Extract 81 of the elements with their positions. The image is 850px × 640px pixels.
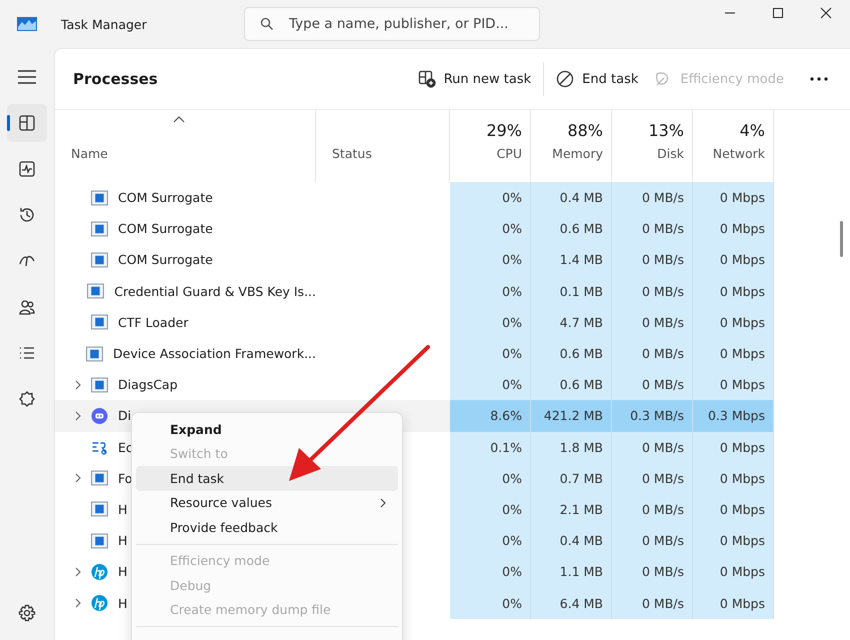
window-title: Task Manager <box>61 16 148 32</box>
process-name: DiagsCap <box>118 377 178 392</box>
usage-cell: 0% <box>450 244 531 276</box>
usage-cell: 0.6 MB <box>531 213 612 244</box>
usage-cell: 0.4 MB <box>531 525 612 556</box>
usage-cell: 0.3 Mbps <box>693 400 774 432</box>
column-label: CPU <box>496 146 522 161</box>
usage-total: 88% <box>567 121 603 140</box>
usage-cell: 0 MB/s <box>612 306 693 338</box>
usage-cell: 0 Mbps <box>693 494 774 526</box>
usage-cell: 0 Mbps <box>693 306 774 338</box>
usage-cell: 0% <box>450 556 531 588</box>
usage-cell: 0 Mbps <box>693 369 774 400</box>
usage-cell: 0% <box>450 338 531 370</box>
usage-cell: 0 MB/s <box>612 525 693 556</box>
usage-cell: 0 MB/s <box>612 338 693 370</box>
usage-cell: 0 MB/s <box>612 494 693 526</box>
column-label: Name <box>71 146 109 161</box>
usage-cell: 0.3 MB/s <box>612 400 693 432</box>
usage-cell: 0 MB/s <box>612 369 693 400</box>
usage-cell: 0 Mbps <box>693 338 774 370</box>
usage-cell: 0% <box>450 494 531 526</box>
usage-cell: 0 MB/s <box>612 432 693 463</box>
usage-cell: 0 Mbps <box>693 525 774 556</box>
process-name: H <box>118 564 128 580</box>
usage-cell: 8.6% <box>450 400 531 432</box>
process-name: Credential Guard & VBS Key Is... <box>114 284 316 299</box>
usage-cell: 6.4 MB <box>531 587 612 619</box>
usage-cell: 0.4 MB <box>531 182 612 214</box>
usage-cell: 2.1 MB <box>531 494 612 526</box>
usage-cell: 0.7 MB <box>531 462 612 494</box>
process-name: Device Association Framework... <box>113 346 316 362</box>
usage-cell: 0% <box>450 462 531 494</box>
column-label: Disk <box>657 146 684 161</box>
usage-cell: 1.8 MB <box>531 432 612 463</box>
usage-cell: 0 Mbps <box>693 432 774 463</box>
page-title: Processes <box>73 70 158 88</box>
usage-cell: 0.6 MB <box>531 369 612 400</box>
usage-cell: 0 Mbps <box>693 462 774 494</box>
process-name: COM Surrogate <box>118 190 213 206</box>
usage-cell: 0% <box>450 369 531 400</box>
usage-cell: 0 MB/s <box>612 244 693 276</box>
process-name: Ec <box>118 440 133 455</box>
usage-cell: 0 Mbps <box>693 244 774 276</box>
usage-cell: 0% <box>450 276 531 307</box>
usage-cell: 0.1% <box>450 432 531 463</box>
usage-cell: 0 MB/s <box>612 182 693 214</box>
column-label: Network <box>712 146 765 161</box>
usage-cell: 0% <box>450 306 531 338</box>
usage-cell: 0 MB/s <box>612 462 693 494</box>
usage-cell: 0 Mbps <box>693 276 774 307</box>
process-name: H <box>118 533 128 548</box>
process-name: Di <box>118 408 132 424</box>
usage-cell: 0% <box>450 182 531 214</box>
usage-cell: 0 Mbps <box>693 213 774 244</box>
usage-cell: 0% <box>450 587 531 619</box>
process-name: COM Surrogate <box>118 221 213 236</box>
usage-cell: 0 MB/s <box>612 556 693 588</box>
process-name: CTF Loader <box>118 314 188 330</box>
usage-cell: 0 MB/s <box>612 213 693 244</box>
usage-total: 4% <box>740 121 765 140</box>
process-name: H <box>118 596 128 611</box>
usage-cell: 0 MB/s <box>612 276 693 307</box>
usage-cell: 0 Mbps <box>693 587 774 619</box>
usage-cell: 0 Mbps <box>693 556 774 588</box>
usage-cell: 0 Mbps <box>693 182 774 214</box>
usage-cell: 1.1 MB <box>531 556 612 588</box>
usage-cell: 0 MB/s <box>612 587 693 619</box>
column-label: Memory <box>552 146 603 161</box>
usage-cell: 0.6 MB <box>531 338 612 370</box>
usage-cell: 0% <box>450 213 531 244</box>
process-name: H <box>118 502 128 517</box>
usage-cell: 0.1 MB <box>531 276 612 307</box>
usage-total: 13% <box>648 121 684 140</box>
process-name: COM Surrogate <box>118 252 213 268</box>
usage-cell: 0% <box>450 525 531 556</box>
usage-cell: 4.7 MB <box>531 306 612 338</box>
usage-cell: 421.2 MB <box>531 400 612 432</box>
usage-total: 29% <box>486 121 522 140</box>
process-name: Fo <box>118 470 132 486</box>
usage-cell: 1.4 MB <box>531 244 612 276</box>
